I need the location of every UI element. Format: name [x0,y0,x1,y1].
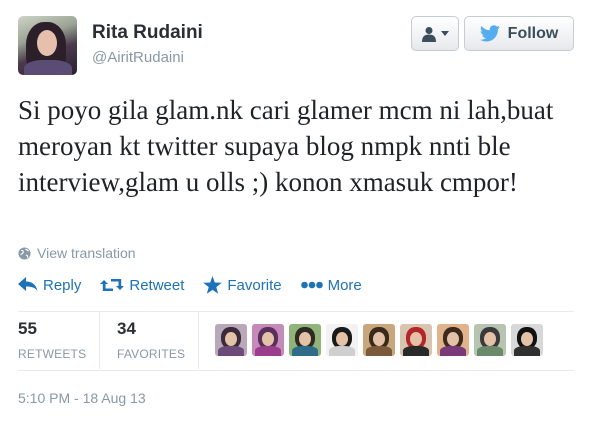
favoriter-avatar-face [484,332,496,346]
favoriter-avatar[interactable] [289,324,321,356]
favorites-stat[interactable]: 34 FAVORITES [117,319,185,361]
reply-button[interactable]: Reply [18,276,81,294]
reply-icon [18,277,38,291]
author-avatar[interactable] [18,16,77,75]
stats-top-divider [18,311,574,312]
reply-label: Reply [43,276,82,294]
favorites-label: FAVORITES [117,347,186,361]
favorite-label: Favorite [227,276,282,294]
view-translation-link[interactable]: View translation [18,245,136,261]
retweet-icon [100,279,125,291]
favoriter-avatar-body [255,346,281,356]
more-button[interactable]: More [300,276,362,294]
favoriter-avatar-body [440,346,466,356]
more-dots-icon [300,281,323,289]
stats-separator [99,312,100,369]
more-label: More [327,276,362,294]
favoriter-avatar-face [373,332,385,346]
favoriter-avatar[interactable] [474,324,506,356]
favoriter-avatar-body [366,346,392,356]
retweets-label: RETWEETS [18,347,87,361]
follow-label: Follow [507,24,559,42]
favoriter-avatar[interactable] [437,324,469,356]
favoriter-avatar-body [218,346,244,356]
favoriter-avatar[interactable] [363,324,395,356]
favoriter-avatar-face [410,332,422,346]
favoriter-avatar-face [299,332,311,346]
globe-icon [18,246,31,260]
favoriter-avatar-body [292,346,318,356]
favoriter-avatar[interactable] [326,324,358,356]
favorite-button[interactable]: Favorite [203,276,282,294]
tweet-timestamp[interactable]: 5:10 PM - 18 Aug 13 [18,390,146,406]
caret-down-icon [441,30,449,36]
favoriter-avatar-face [225,332,237,346]
stats-separator [198,312,199,369]
favoriter-avatars [215,324,543,356]
favoriter-avatar-face [521,332,533,346]
follow-button[interactable]: Follow [464,16,574,51]
favoriter-avatar-body [329,346,355,356]
favoriter-avatar-body [477,346,503,356]
author-handle[interactable]: @AiritRudaini [92,49,184,66]
avatar-face [37,30,57,56]
favoriter-avatar[interactable] [511,324,543,356]
favoriter-avatar[interactable] [215,324,247,356]
favoriter-avatar-body [403,346,429,356]
tweet-text: Si poyo gila glam.nk cari glamer mcm ni … [18,95,554,197]
favoriter-avatar[interactable] [252,324,284,356]
favoriter-avatar-face [336,332,348,346]
tweet-actions: Reply Retweet Favorite More [18,276,362,294]
avatar-shirt [24,60,72,75]
favoriter-avatar-face [262,332,274,346]
favorites-count: 34 [117,319,136,338]
retweet-label: Retweet [129,276,185,294]
stats-bottom-divider [18,370,574,371]
retweets-stat[interactable]: 55 RETWEETS [18,319,86,361]
favoriter-avatar-face [447,332,459,346]
view-translation-label: View translation [37,245,136,261]
favoriter-avatar[interactable] [400,324,432,356]
author-name[interactable]: Rita Rudaini [92,22,203,44]
retweets-count: 55 [18,319,37,338]
person-icon [422,26,436,42]
twitter-bird-icon [479,25,500,42]
retweet-button[interactable]: Retweet [100,276,184,294]
star-icon [203,276,223,294]
user-actions-button[interactable] [411,16,459,51]
favoriter-avatar-body [514,346,540,356]
